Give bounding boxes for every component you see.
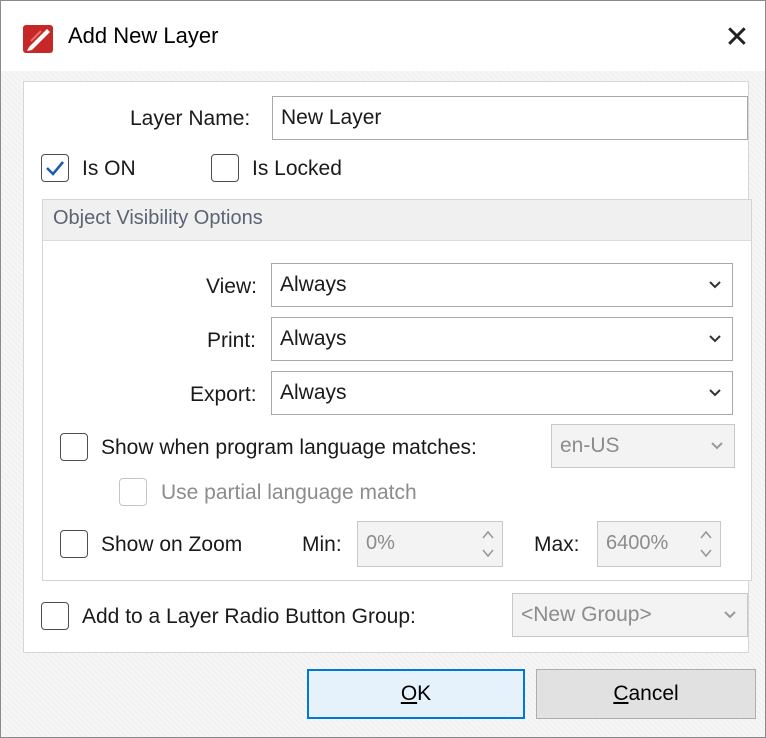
dialog-body: Layer Name: New Layer Is ON Is Locked Ob… [23, 81, 752, 653]
export-value: Always [280, 381, 347, 404]
print-label: Print: [207, 329, 257, 352]
window-title: Add New Layer [68, 23, 219, 48]
spin-arrows-icon [700, 530, 712, 558]
zoom-max-spinbox[interactable]: 6400% [597, 521, 721, 567]
zoom-max-label: Max: [534, 533, 580, 556]
radio-group-checkbox[interactable] [41, 602, 69, 630]
export-select[interactable]: Always [271, 371, 733, 415]
chevron-down-icon [711, 442, 723, 450]
view-value: Always [280, 273, 347, 296]
chevron-down-icon [709, 281, 721, 289]
add-new-layer-dialog: Add New Layer ✕ Layer Name: New Layer Is… [0, 0, 766, 738]
title-bar: Add New Layer ✕ [1, 1, 765, 71]
pdf-editor-logo-icon [23, 23, 55, 53]
is-locked-checkbox[interactable] [211, 154, 239, 182]
language-select[interactable]: en-US [551, 424, 735, 468]
view-select[interactable]: Always [271, 263, 733, 307]
is-on-checkbox[interactable] [41, 154, 69, 182]
partial-match-label: Use partial language match [161, 481, 417, 504]
zoom-max-value: 6400% [606, 532, 669, 554]
close-icon: ✕ [724, 20, 750, 54]
cancel-mnemonic: C [613, 682, 629, 705]
radio-group-label: Add to a Layer Radio Button Group: [82, 605, 416, 628]
show-on-zoom-label: Show on Zoom [101, 533, 243, 556]
ok-button[interactable]: OK [307, 669, 525, 719]
object-visibility-group: Object Visibility Options View: Always P… [42, 199, 752, 581]
export-label: Export: [190, 383, 257, 406]
layer-name-label: Layer Name: [130, 107, 251, 130]
spin-arrows-icon [482, 530, 494, 558]
ok-mnemonic: O [400, 682, 418, 705]
layer-name-input[interactable]: New Layer [272, 96, 748, 140]
checkmark-icon [46, 161, 64, 176]
group-header: Object Visibility Options [43, 200, 751, 241]
zoom-min-value: 0% [366, 532, 395, 554]
view-label: View: [206, 275, 257, 298]
radio-group-select[interactable]: <New Group> [512, 593, 748, 637]
is-on-label: Is ON [82, 157, 136, 180]
ok-label-rest: K [417, 682, 432, 705]
language-match-checkbox[interactable] [60, 433, 88, 461]
chevron-down-icon [724, 611, 736, 619]
zoom-min-label: Min: [302, 533, 342, 556]
radio-group-value: <New Group> [521, 603, 652, 626]
partial-match-checkbox[interactable] [119, 478, 147, 506]
language-value: en-US [560, 434, 620, 457]
cancel-button[interactable]: Cancel [536, 669, 756, 719]
cancel-label-rest: ancel [628, 682, 679, 705]
is-locked-label: Is Locked [252, 157, 342, 180]
close-button[interactable]: ✕ [717, 17, 757, 57]
show-on-zoom-checkbox[interactable] [60, 530, 88, 558]
chevron-down-icon [709, 335, 721, 343]
language-match-label: Show when program language matches: [101, 436, 477, 459]
chevron-down-icon [709, 389, 721, 397]
print-select[interactable]: Always [271, 317, 733, 361]
zoom-min-spinbox[interactable]: 0% [357, 521, 503, 567]
group-title: Object Visibility Options [53, 207, 263, 229]
print-value: Always [280, 327, 347, 350]
